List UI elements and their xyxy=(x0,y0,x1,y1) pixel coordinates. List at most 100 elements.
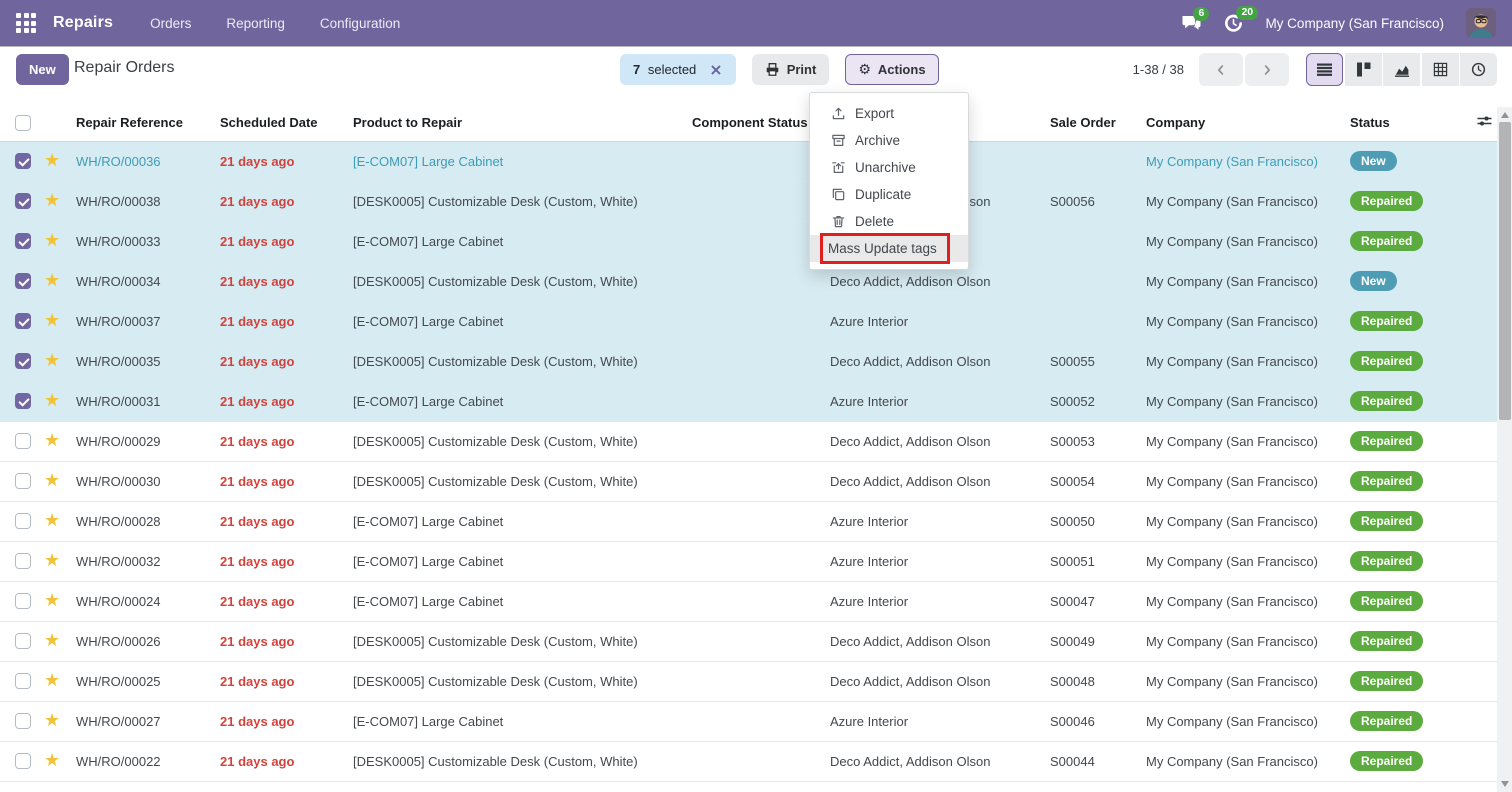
repair-reference-cell[interactable]: WH/RO/00026 xyxy=(72,621,216,661)
repair-reference-cell[interactable]: WH/RO/00024 xyxy=(72,581,216,621)
company-cell[interactable]: My Company (San Francisco) xyxy=(1142,301,1346,341)
nav-menu-orders[interactable]: Orders xyxy=(150,16,191,31)
customer-cell[interactable]: Deco Addict, Addison Olson xyxy=(826,741,1046,781)
product-cell[interactable]: [E-COM07] Large Cabinet xyxy=(349,381,688,421)
scheduled-date-cell[interactable]: 21 days ago xyxy=(216,701,349,741)
component-status-cell[interactable] xyxy=(688,181,826,221)
row-checkbox[interactable] xyxy=(15,553,31,569)
favorite-star-icon[interactable]: ★ xyxy=(44,190,60,211)
row-checkbox[interactable] xyxy=(15,713,31,729)
sale-order-cell[interactable]: S00046 xyxy=(1046,701,1142,741)
component-status-cell[interactable] xyxy=(688,261,826,301)
col-header-component-status[interactable]: Component Status xyxy=(688,105,826,141)
favorite-star-icon[interactable]: ★ xyxy=(44,750,60,771)
col-header-product-to-repair[interactable]: Product to Repair xyxy=(349,105,688,141)
product-cell[interactable]: [E-COM07] Large Cabinet xyxy=(349,301,688,341)
customer-cell[interactable]: Azure Interior xyxy=(826,701,1046,741)
scheduled-date-cell[interactable]: 21 days ago xyxy=(216,341,349,381)
product-cell[interactable]: [E-COM07] Large Cabinet xyxy=(349,581,688,621)
customer-cell[interactable]: Deco Addict, Addison Olson xyxy=(826,661,1046,701)
table-row[interactable]: ★ WH/RO/00025 21 days ago [DESK0005] Cus… xyxy=(0,661,1497,701)
favorite-star-icon[interactable]: ★ xyxy=(44,270,60,291)
kanban-view-button[interactable] xyxy=(1345,53,1382,86)
menu-item-mass-update-tags[interactable]: Mass Update tags xyxy=(810,235,968,262)
component-status-cell[interactable] xyxy=(688,541,826,581)
row-checkbox[interactable] xyxy=(15,473,31,489)
table-row[interactable]: ★ WH/RO/00038 21 days ago [DESK0005] Cus… xyxy=(0,181,1497,221)
table-row[interactable]: ★ WH/RO/00032 21 days ago [E-COM07] Larg… xyxy=(0,541,1497,581)
component-status-cell[interactable] xyxy=(688,141,826,181)
row-checkbox[interactable] xyxy=(15,673,31,689)
favorite-star-icon[interactable]: ★ xyxy=(44,150,60,171)
sale-order-cell[interactable] xyxy=(1046,301,1142,341)
customer-cell[interactable]: Deco Addict, Addison Olson xyxy=(826,421,1046,461)
row-checkbox[interactable] xyxy=(15,593,31,609)
component-status-cell[interactable] xyxy=(688,221,826,261)
customer-cell[interactable]: Azure Interior xyxy=(826,381,1046,421)
scheduled-date-cell[interactable]: 21 days ago xyxy=(216,381,349,421)
scheduled-date-cell[interactable]: 21 days ago xyxy=(216,501,349,541)
component-status-cell[interactable] xyxy=(688,341,826,381)
list-view-button[interactable] xyxy=(1306,53,1343,86)
pager-previous-button[interactable] xyxy=(1199,53,1243,86)
component-status-cell[interactable] xyxy=(688,621,826,661)
repair-reference-cell[interactable]: WH/RO/00031 xyxy=(72,381,216,421)
customer-cell[interactable]: Deco Addict, Addison Olson xyxy=(826,621,1046,661)
print-button[interactable]: Print xyxy=(752,54,830,85)
table-row[interactable]: ★ WH/RO/00037 21 days ago [E-COM07] Larg… xyxy=(0,301,1497,341)
table-row[interactable]: ★ WH/RO/00031 21 days ago [E-COM07] Larg… xyxy=(0,381,1497,421)
scheduled-date-cell[interactable]: 21 days ago xyxy=(216,541,349,581)
company-cell[interactable]: My Company (San Francisco) xyxy=(1142,541,1346,581)
company-cell[interactable]: My Company (San Francisco) xyxy=(1142,381,1346,421)
sale-order-cell[interactable]: S00052 xyxy=(1046,381,1142,421)
favorite-star-icon[interactable]: ★ xyxy=(44,350,60,371)
product-cell[interactable]: [DESK0005] Customizable Desk (Custom, Wh… xyxy=(349,261,688,301)
product-cell[interactable]: [DESK0005] Customizable Desk (Custom, Wh… xyxy=(349,341,688,381)
row-checkbox[interactable] xyxy=(15,433,31,449)
company-cell[interactable]: My Company (San Francisco) xyxy=(1142,741,1346,781)
component-status-cell[interactable] xyxy=(688,421,826,461)
company-cell[interactable]: My Company (San Francisco) xyxy=(1142,141,1346,181)
company-cell[interactable]: My Company (San Francisco) xyxy=(1142,701,1346,741)
sale-order-cell[interactable]: S00048 xyxy=(1046,661,1142,701)
table-row[interactable]: ★ WH/RO/00034 21 days ago [DESK0005] Cus… xyxy=(0,261,1497,301)
menu-item-unarchive[interactable]: Unarchive xyxy=(810,154,968,181)
scheduled-date-cell[interactable]: 21 days ago xyxy=(216,181,349,221)
row-checkbox[interactable] xyxy=(15,393,31,409)
customer-cell[interactable]: Deco Addict, Addison Olson xyxy=(826,341,1046,381)
user-avatar[interactable] xyxy=(1466,8,1496,38)
menu-item-archive[interactable]: Archive xyxy=(810,127,968,154)
pager-next-button[interactable] xyxy=(1245,53,1289,86)
favorite-star-icon[interactable]: ★ xyxy=(44,550,60,571)
scrollbar-down-arrow-icon[interactable] xyxy=(1501,781,1509,787)
favorite-star-icon[interactable]: ★ xyxy=(44,630,60,651)
scheduled-date-cell[interactable]: 21 days ago xyxy=(216,581,349,621)
activities-icon[interactable]: 20 xyxy=(1224,14,1243,33)
scheduled-date-cell[interactable]: 21 days ago xyxy=(216,621,349,661)
row-checkbox[interactable] xyxy=(15,233,31,249)
app-name[interactable]: Repairs xyxy=(53,14,113,32)
sale-order-cell[interactable]: S00047 xyxy=(1046,581,1142,621)
col-header-company[interactable]: Company xyxy=(1142,105,1346,141)
activity-view-button[interactable] xyxy=(1460,53,1497,86)
apps-grid-icon[interactable] xyxy=(16,13,36,33)
product-cell[interactable]: [DESK0005] Customizable Desk (Custom, Wh… xyxy=(349,421,688,461)
favorite-star-icon[interactable]: ★ xyxy=(44,590,60,611)
company-cell[interactable]: My Company (San Francisco) xyxy=(1142,261,1346,301)
favorite-star-icon[interactable]: ★ xyxy=(44,710,60,731)
sale-order-cell[interactable]: S00050 xyxy=(1046,501,1142,541)
scrollbar-thumb[interactable] xyxy=(1499,122,1511,420)
col-header-sale-order[interactable]: Sale Order xyxy=(1046,105,1142,141)
scheduled-date-cell[interactable]: 21 days ago xyxy=(216,301,349,341)
table-row[interactable]: ★ WH/RO/00022 21 days ago [DESK0005] Cus… xyxy=(0,741,1497,781)
product-cell[interactable]: [E-COM07] Large Cabinet xyxy=(349,541,688,581)
customer-cell[interactable]: Azure Interior xyxy=(826,541,1046,581)
repair-reference-cell[interactable]: WH/RO/00029 xyxy=(72,421,216,461)
component-status-cell[interactable] xyxy=(688,501,826,541)
table-row[interactable]: ★ WH/RO/00028 21 days ago [E-COM07] Larg… xyxy=(0,501,1497,541)
customer-cell[interactable]: Azure Interior xyxy=(826,501,1046,541)
component-status-cell[interactable] xyxy=(688,741,826,781)
component-status-cell[interactable] xyxy=(688,581,826,621)
favorite-star-icon[interactable]: ★ xyxy=(44,230,60,251)
repair-reference-cell[interactable]: WH/RO/00037 xyxy=(72,301,216,341)
